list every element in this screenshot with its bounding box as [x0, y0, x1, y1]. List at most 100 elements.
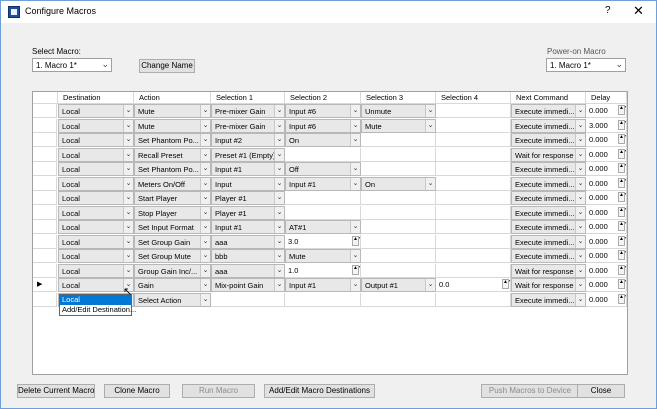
cell-action[interactable]: Mute ⌄	[134, 104, 211, 118]
cell-s1[interactable]: aaa ⌄	[211, 234, 285, 249]
chevron-down-icon[interactable]: ⌄	[200, 134, 210, 146]
chevron-down-icon[interactable]: ⌄	[200, 163, 210, 175]
chevron-down-icon[interactable]: ⌄	[274, 148, 284, 161]
cell-dest[interactable]: Local ⌄	[58, 162, 134, 176]
cell-next[interactable]: Execute immedi... ⌄	[511, 133, 586, 147]
power-on-macro-combo[interactable]: 1. Macro 1* ⌄	[546, 58, 626, 72]
row-selector[interactable]	[33, 118, 57, 133]
cell-next[interactable]: Execute immedi... ⌄	[511, 249, 586, 263]
cell-s4[interactable]	[436, 205, 511, 220]
spinner-icon[interactable]: ▲▼	[618, 279, 626, 289]
dropdown-item-add-edit-destination[interactable]: Add/Edit Destination...	[60, 305, 136, 315]
chevron-down-icon[interactable]: ⌄	[123, 221, 133, 233]
cell-action[interactable]: Set Group Mute ⌄	[134, 249, 211, 263]
dropdown-item-local[interactable]: Local	[60, 295, 131, 305]
chevron-down-icon[interactable]: ⌄	[575, 177, 585, 190]
cell-s3[interactable]	[361, 234, 436, 249]
row-selector[interactable]	[33, 263, 57, 278]
chevron-down-icon[interactable]: ⌄	[200, 119, 210, 132]
cell-dest[interactable]: Local ⌄	[58, 263, 134, 278]
push-macros-to-device-button[interactable]: Push Macros to Device	[481, 384, 579, 398]
cell-s2[interactable]	[285, 191, 361, 205]
cell-s2[interactable]	[285, 292, 361, 307]
spinner-icon[interactable]: ▲▼	[618, 192, 626, 202]
cell-next[interactable]: Wait for response ⌄	[511, 147, 586, 162]
cell-action[interactable]: Mute ⌄	[134, 118, 211, 133]
row-selector[interactable]	[33, 234, 57, 249]
cell-s3[interactable]	[361, 205, 436, 220]
row-selector[interactable]: ▶	[33, 278, 57, 292]
chevron-down-icon[interactable]: ⌄	[123, 192, 133, 204]
cell-delay[interactable]: 0.000 ▲▼	[586, 133, 627, 147]
cell-delay[interactable]: 0.000 ▲▼	[586, 104, 627, 118]
cell-dest[interactable]: Local ⌄	[58, 234, 134, 249]
cell-next[interactable]: Execute immedi... ⌄	[511, 162, 586, 176]
chevron-down-icon[interactable]: ⌄	[350, 163, 360, 175]
spinner-icon[interactable]: ▲▼	[618, 264, 626, 275]
row-selector[interactable]	[33, 205, 57, 220]
cell-dest[interactable]: Local ⌄	[58, 249, 134, 263]
row-selector[interactable]	[33, 220, 57, 234]
delete-current-macro-button[interactable]: Delete Current Macro	[17, 384, 95, 398]
cell-s1[interactable]: Mix-point Gain ⌄	[211, 278, 285, 292]
cell-s4[interactable]: 0.0 ▲▼	[436, 278, 511, 292]
cell-s1[interactable]: bbb ⌄	[211, 249, 285, 263]
cell-action[interactable]: Start Player ⌄	[134, 191, 211, 205]
run-macro-button[interactable]: Run Macro	[182, 384, 255, 398]
chevron-down-icon[interactable]: ⌄	[123, 163, 133, 175]
cell-action[interactable]: Set Input Format ⌄	[134, 220, 211, 234]
chevron-down-icon[interactable]: ⌄	[575, 264, 585, 277]
chevron-down-icon[interactable]: ⌄	[425, 105, 435, 117]
chevron-down-icon[interactable]: ⌄	[575, 293, 585, 306]
chevron-down-icon[interactable]: ⌄	[123, 264, 133, 277]
chevron-down-icon[interactable]: ⌄	[200, 221, 210, 233]
spinner-icon[interactable]: ▲▼	[618, 221, 626, 231]
cell-s2[interactable]: On ⌄	[285, 133, 361, 147]
chevron-down-icon[interactable]: ⌄	[123, 206, 133, 219]
cell-delay[interactable]: 0.000 ▲▼	[586, 162, 627, 176]
spinner-icon[interactable]: ▲▼	[618, 177, 626, 188]
cell-delay[interactable]: 0.000 ▲▼	[586, 220, 627, 234]
cell-s1[interactable]: Input #2 ⌄	[211, 133, 285, 147]
chevron-down-icon[interactable]: ⌄	[200, 148, 210, 161]
cell-next[interactable]: Execute immedi... ⌄	[511, 104, 586, 118]
cell-s3[interactable]: Unmute ⌄	[361, 104, 436, 118]
chevron-down-icon[interactable]: ⌄	[123, 235, 133, 248]
cell-next[interactable]: Execute immedi... ⌄	[511, 191, 586, 205]
cell-dest[interactable]: Local ⌄	[58, 133, 134, 147]
spinner-icon[interactable]: ▲▼	[618, 119, 626, 130]
cell-s2[interactable]	[285, 205, 361, 220]
chevron-down-icon[interactable]: ⌄	[274, 105, 284, 117]
cell-s4[interactable]	[436, 249, 511, 263]
cell-s1[interactable]: Input #1 ⌄	[211, 220, 285, 234]
cell-s2[interactable]: 1.0 ▲▼	[285, 263, 361, 278]
cell-delay[interactable]: 0.000 ▲▼	[586, 234, 627, 249]
chevron-down-icon[interactable]: ⌄	[575, 134, 585, 146]
row-selector[interactable]	[33, 104, 57, 118]
chevron-down-icon[interactable]: ⌄	[123, 119, 133, 132]
spinner-icon[interactable]: ▲▼	[352, 264, 360, 275]
chevron-down-icon[interactable]: ⌄	[350, 119, 360, 132]
cell-delay[interactable]: 0.000 ▲▼	[586, 176, 627, 191]
cell-s1[interactable]: Player #1 ⌄	[211, 191, 285, 205]
cell-s4[interactable]	[436, 292, 511, 307]
chevron-down-icon[interactable]: ⌄	[575, 221, 585, 233]
cell-s1[interactable]: Player #1 ⌄	[211, 205, 285, 220]
chevron-down-icon[interactable]: ⌄	[200, 105, 210, 117]
cell-dest[interactable]: Local ⌄	[58, 176, 134, 191]
row-selector[interactable]	[33, 249, 57, 263]
cell-s1[interactable]: Pre-mixer Gain ⌄	[211, 118, 285, 133]
chevron-down-icon[interactable]: ⌄	[200, 293, 210, 306]
cell-s1[interactable]: Preset #1 (Empty) ⌄	[211, 147, 285, 162]
cell-s3[interactable]: Output #1 ⌄	[361, 278, 436, 292]
cell-action[interactable]: Gain ⌄	[134, 278, 211, 292]
cell-s2[interactable]	[285, 147, 361, 162]
cell-s4[interactable]	[436, 220, 511, 234]
help-button[interactable]: ?	[605, 5, 611, 16]
cell-s1[interactable]: Input ⌄	[211, 176, 285, 191]
cell-s3[interactable]	[361, 191, 436, 205]
cell-dest[interactable]: Local ⌄	[58, 205, 134, 220]
cell-s4[interactable]	[436, 191, 511, 205]
chevron-down-icon[interactable]: ⌄	[575, 163, 585, 175]
spinner-icon[interactable]: ▲▼	[352, 235, 360, 246]
